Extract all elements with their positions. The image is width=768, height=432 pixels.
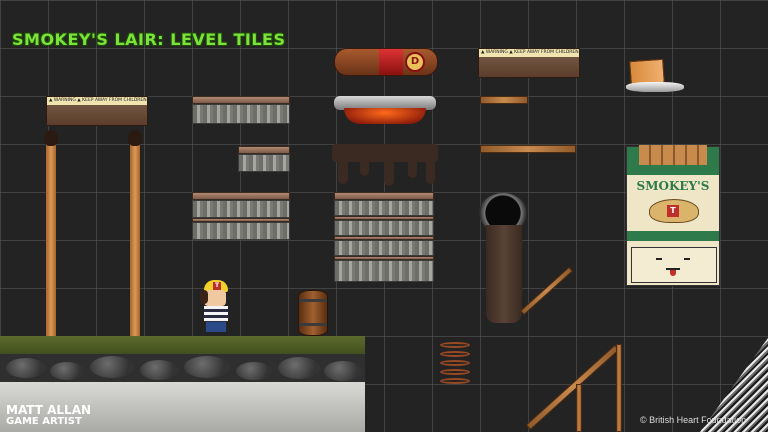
pack-brand: SMOKEY'S	[636, 179, 710, 193]
player-character: T	[196, 280, 236, 336]
ramp-plank-small	[519, 266, 574, 316]
wood-plank-short	[480, 96, 528, 104]
warning-label-text: ▲ WARNING ▲ KEEP AWAY FROM CHILDREN	[47, 97, 147, 105]
steel-block	[192, 104, 290, 124]
credit-name: MATT ALLAN	[6, 403, 92, 417]
steel-block-small	[238, 154, 290, 172]
tar-drip-tile	[332, 144, 438, 188]
game-scene: SMOKEY'S LAIR: LEVEL TILES ▲ WARNING ▲ K…	[0, 0, 768, 432]
steel-stack-row	[192, 222, 290, 240]
steel-stack-cap	[192, 192, 290, 200]
cigar-tile: D	[334, 48, 438, 76]
ground-rocks	[0, 354, 365, 384]
cigarette-stub	[626, 58, 684, 94]
steel-tower-row	[334, 200, 434, 216]
warning-label-platform-top: ▲ WARNING ▲ KEEP AWAY FROM CHILDREN	[478, 48, 580, 78]
cigarette-pack: SMOKEY'S T	[626, 145, 720, 286]
warning-label-platform: ▲ WARNING ▲ KEEP AWAY FROM CHILDREN	[46, 96, 148, 126]
spring-coil	[440, 342, 470, 384]
warning-label-text: ▲ WARNING ▲ KEEP AWAY FROM CHILDREN	[479, 49, 579, 57]
cap-badge: T	[213, 282, 221, 290]
ramp-plank-large	[525, 344, 620, 431]
steel-stack-row	[192, 200, 290, 218]
steel-block-small-cap	[238, 146, 290, 154]
credit-role: GAME ARTIST	[6, 416, 82, 427]
copyright: © British Heart Foundation	[640, 415, 747, 425]
match-pillar-right	[128, 130, 142, 336]
wood-plank-long	[480, 145, 576, 153]
steel-tower-row	[334, 260, 434, 282]
ramp-support-post	[616, 344, 622, 432]
match-pillar-left	[44, 130, 58, 336]
level-title: SMOKEY'S LAIR: LEVEL TILES	[12, 30, 286, 49]
steel-block-cap	[192, 96, 290, 104]
ramp-support-post	[576, 384, 582, 432]
hot-coal-tile	[334, 96, 436, 126]
ground-grass	[0, 336, 365, 356]
wooden-barrel	[298, 290, 328, 336]
steel-tower-cap	[334, 192, 434, 200]
steel-tower-row	[334, 220, 434, 236]
tar-waterfall	[486, 225, 522, 323]
cigar-band-badge: D	[405, 52, 425, 72]
steel-tower-row	[334, 240, 434, 256]
pack-badge: T	[667, 205, 679, 217]
